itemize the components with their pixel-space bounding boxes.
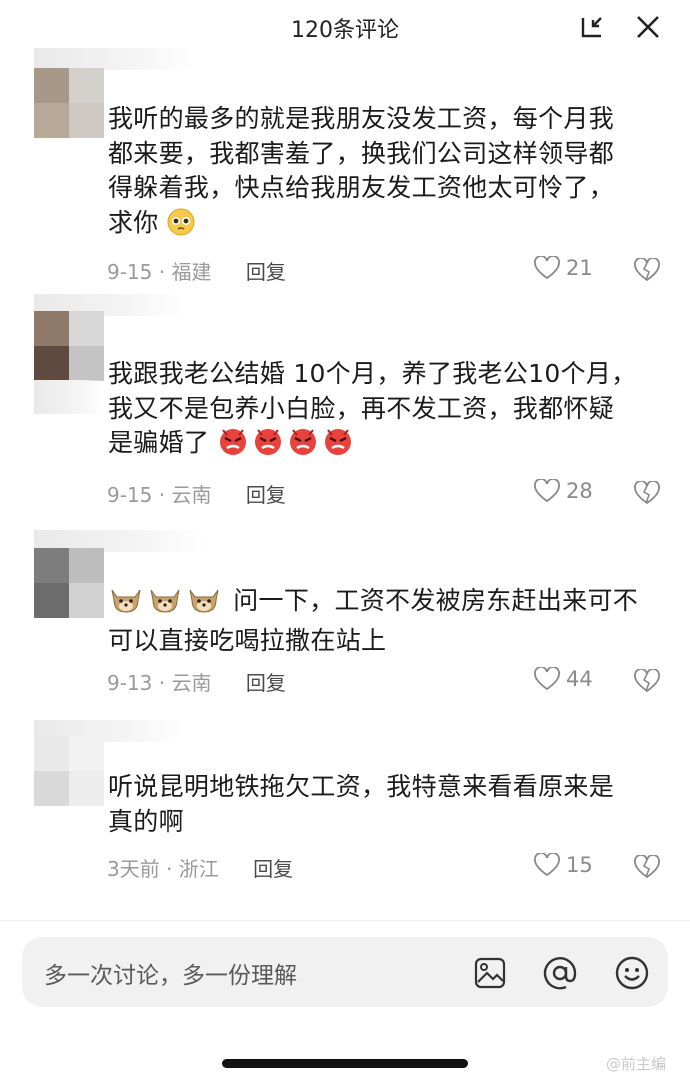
like-count: 44: [566, 667, 593, 691]
pleading-face-emoji: [167, 208, 195, 246]
home-indicator[interactable]: [222, 1059, 468, 1068]
heart-icon: [534, 853, 560, 877]
comment-meta: 9-15 · 福建 回复: [107, 256, 286, 285]
avatar[interactable]: [34, 736, 104, 806]
image-icon[interactable]: [470, 953, 510, 993]
broken-heart-icon[interactable]: [634, 257, 660, 286]
reply-button[interactable]: 回复: [246, 671, 286, 695]
broken-heart-icon[interactable]: [634, 480, 660, 509]
comment-meta: 9-15 · 云南 回复: [107, 479, 286, 508]
avatar[interactable]: [34, 548, 104, 618]
blurred-avatar-edge: [34, 380, 104, 414]
comment-text: 听说昆明地铁拖欠工资，我特意来看看原来是 真的啊: [108, 772, 615, 836]
comment-meta: 3天前 · 浙江 回复: [107, 853, 293, 882]
close-icon[interactable]: [633, 12, 663, 42]
comment-date-location: 9-13 · 云南: [107, 671, 212, 695]
like-count: 15: [566, 853, 593, 877]
watermark: @前主编: [606, 1055, 667, 1073]
doge-emoji: [108, 584, 144, 624]
at-icon[interactable]: [540, 953, 580, 993]
minimize-icon[interactable]: [577, 12, 607, 42]
broken-heart-icon[interactable]: [634, 854, 660, 883]
blurred-username: [34, 48, 194, 70]
reply-button[interactable]: 回复: [246, 483, 286, 507]
like-count: 21: [566, 256, 593, 280]
avatar[interactable]: [34, 311, 104, 381]
comment-text: 我听的最多的就是我朋友没发工资，每个月我 都来要，我都害羞了，换我们公司这样领导…: [108, 102, 658, 245]
doge-emoji-group: [108, 586, 233, 615]
comment-text: 问一下，工资不发被房东赶出来可不 可以直接吃喝拉撒在站上: [108, 586, 639, 655]
comment-text: 我跟我老公结婚 10个月，养了我老公10个月， 我又不是包养小白脸，再不发工资，…: [108, 357, 658, 466]
comment-date-location: 9-15 · 云南: [107, 483, 212, 507]
like-button[interactable]: 28: [534, 479, 593, 503]
angry-face-emoji: [322, 426, 354, 466]
heart-icon: [534, 479, 560, 503]
broken-heart-icon[interactable]: [634, 668, 660, 697]
smiley-icon[interactable]: [612, 953, 652, 993]
like-button[interactable]: 15: [534, 853, 593, 877]
comment-meta: 9-13 · 云南 回复: [107, 667, 286, 696]
reply-button[interactable]: 回复: [246, 260, 286, 284]
doge-emoji: [186, 584, 222, 624]
comment-input-placeholder: 多一次讨论，多一份理解: [44, 963, 297, 989]
angry-emoji-group: [217, 428, 357, 457]
like-button[interactable]: 44: [534, 667, 593, 691]
like-count: 28: [566, 479, 593, 503]
angry-face-emoji: [252, 426, 284, 466]
angry-face-emoji: [217, 426, 249, 466]
heart-icon: [534, 667, 560, 691]
comment-input[interactable]: 多一次讨论，多一份理解: [22, 937, 668, 1007]
like-button[interactable]: 21: [534, 256, 593, 280]
reply-button[interactable]: 回复: [253, 857, 293, 881]
avatar[interactable]: [34, 68, 104, 138]
comment-date-location: 3天前 · 浙江: [107, 857, 219, 881]
comment-date-location: 9-15 · 福建: [107, 260, 212, 284]
heart-icon: [534, 256, 560, 280]
angry-face-emoji: [287, 426, 319, 466]
comment-input-bar: 多一次讨论，多一份理解 @前主编: [0, 920, 690, 1079]
doge-emoji: [147, 584, 183, 624]
